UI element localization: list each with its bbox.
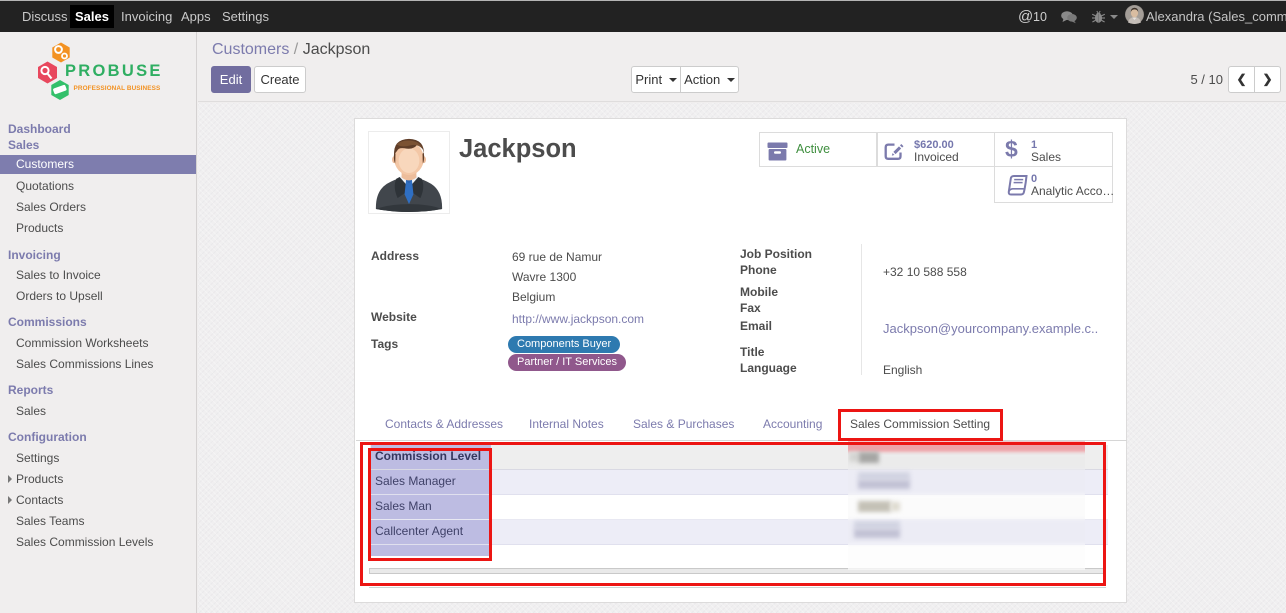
svg-text:PROBUSE: PROBUSE: [65, 62, 163, 80]
svg-text:PROFESSIONAL BUSINESS: PROFESSIONAL BUSINESS: [74, 85, 161, 92]
